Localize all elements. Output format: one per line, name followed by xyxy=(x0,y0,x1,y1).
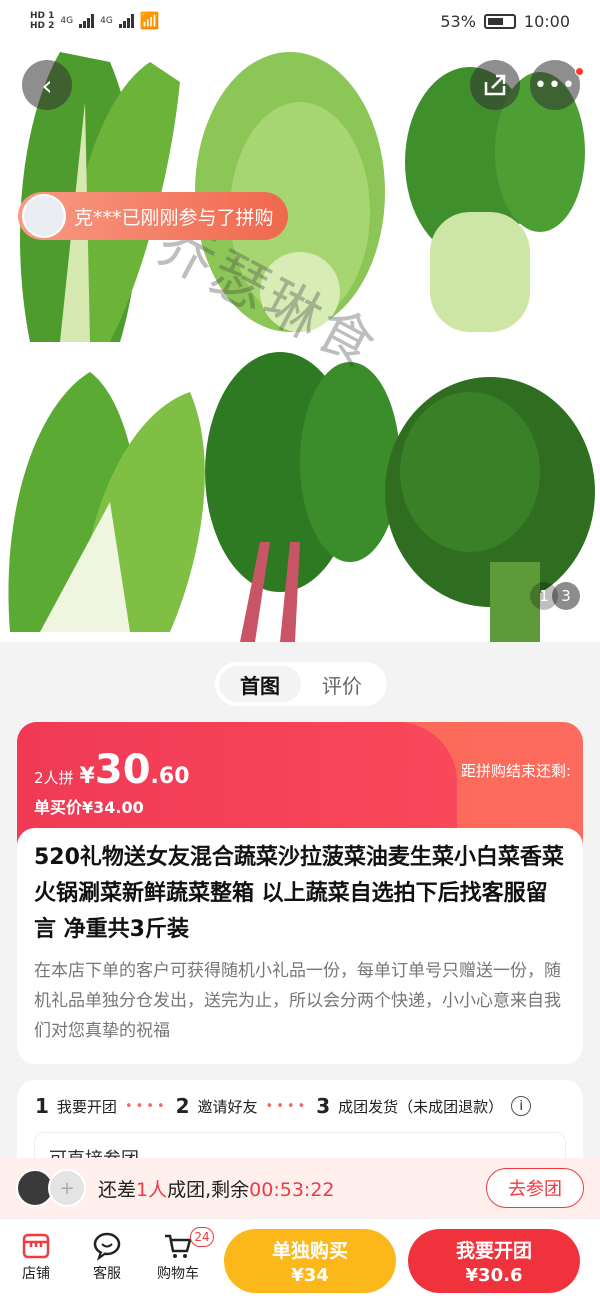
step-1-label: 我要开团 xyxy=(56,1097,117,1116)
napa-cabbage-image xyxy=(8,372,205,632)
sim1-label: HD 1 xyxy=(30,11,55,21)
group-timer: 00:53:22 xyxy=(249,1178,335,1201)
sim-labels: HD 1 HD 2 xyxy=(30,11,54,31)
group-size-label: 2人拼 xyxy=(34,769,74,787)
cart-count-badge: 24 xyxy=(190,1227,214,1247)
network1-label: 4G xyxy=(60,16,74,26)
group-missing-count: 1人 xyxy=(136,1178,168,1201)
single-price-label: 单买价¥34.00 xyxy=(34,798,144,817)
price-decimal: .60 xyxy=(150,764,190,789)
toast-text: 克***已刚刚参与了拼购 xyxy=(74,206,274,229)
buy-single-label: 单独购买 xyxy=(271,1240,348,1262)
group-status-text: 还差1人成团,剩余00:53:22 xyxy=(98,1175,335,1202)
tab-reviews[interactable]: 评价 xyxy=(301,666,383,702)
group-status-middle: 成团,剩余 xyxy=(167,1178,250,1201)
buy-single-price: ¥34 xyxy=(291,1265,329,1286)
chat-icon xyxy=(77,1229,137,1263)
tab-switcher: 首图 评价 xyxy=(215,662,387,706)
buy-single-button[interactable]: 单独购买 ¥34 xyxy=(224,1229,396,1293)
pager-total: 3 xyxy=(552,582,580,610)
step-3-label: 成团发货（未成团退款） xyxy=(338,1097,504,1116)
spinach-image xyxy=(205,352,400,642)
info-icon[interactable]: i xyxy=(511,1096,532,1116)
sim2-label: HD 2 xyxy=(30,21,55,31)
shop-button[interactable]: 店铺 xyxy=(6,1229,66,1283)
signal2-icon xyxy=(118,14,134,28)
chevron-left-icon: ‹ xyxy=(41,68,53,102)
share-icon xyxy=(484,74,506,96)
price-integer: 30 xyxy=(94,747,151,793)
group-price: 2人拼 ¥ 30 .60 xyxy=(34,750,190,790)
step-divider: •••• xyxy=(124,1098,168,1114)
content-tabs: 首图 评价 xyxy=(0,642,600,722)
countdown-label: 距拼购结束还剩: xyxy=(460,762,571,780)
bottom-action-bar: 店铺 客服 24 购物车 单独购买 ¥34 我要开团 ¥30.6 xyxy=(0,1218,600,1300)
product-info-card: 520礼物送女友混合蔬菜沙拉菠菜油麦生菜小白菜香菜火锅涮菜新鲜蔬菜整箱 以上蔬菜… xyxy=(17,828,583,1064)
step-divider: •••• xyxy=(265,1098,309,1114)
cart-label: 购物车 xyxy=(157,1266,199,1282)
start-group-price: ¥30.6 xyxy=(465,1265,523,1286)
join-group-button[interactable]: 去参团 xyxy=(486,1168,584,1208)
step-1-number: 1 xyxy=(35,1094,49,1118)
product-title: 520礼物送女友混合蔬菜沙拉菠菜油麦生菜小白菜香菜火锅涮菜新鲜蔬菜整箱 以上蔬菜… xyxy=(34,845,564,942)
status-bar: HD 1 HD 2 4G 4G 📶 53% 10:00 xyxy=(0,0,600,42)
group-join-toast: 克***已刚刚参与了拼购 xyxy=(18,192,288,240)
signal1-icon xyxy=(79,14,95,28)
back-button[interactable]: ‹ xyxy=(22,60,72,110)
currency-symbol: ¥ xyxy=(79,764,95,789)
product-description: 在本店下单的客户可获得随机小礼品一份，每单订单号只赠送一份，随机礼品单独分仓发出… xyxy=(34,961,561,1041)
more-button[interactable]: ••• xyxy=(530,60,580,110)
service-label: 客服 xyxy=(93,1266,121,1282)
wifi-icon: 📶 xyxy=(139,11,160,30)
status-right: 53% 10:00 xyxy=(440,12,570,31)
step-2-number: 2 xyxy=(175,1094,190,1118)
share-button[interactable] xyxy=(470,60,520,110)
store-icon xyxy=(6,1229,66,1263)
image-pager: 1 3 xyxy=(530,582,580,610)
product-image-carousel[interactable]: 乔瑟琳食 ‹ ••• 克***已刚刚参与了拼购 1 3 xyxy=(0,42,600,642)
empty-slot-avatar: + xyxy=(48,1169,86,1207)
step-2-label: 邀请好友 xyxy=(197,1097,258,1116)
battery-percent: 53% xyxy=(440,11,476,31)
network2-label: 4G xyxy=(100,16,113,26)
shop-label: 店铺 xyxy=(22,1266,50,1282)
notification-dot xyxy=(575,67,584,76)
cart-icon: 24 xyxy=(148,1227,214,1263)
clock: 10:00 xyxy=(523,11,570,31)
user-avatar xyxy=(22,194,66,238)
group-status-prefix: 还差 xyxy=(98,1178,137,1201)
tab-main-image[interactable]: 首图 xyxy=(219,666,301,702)
steps-row: 1 我要开团 •••• 2 邀请好友 •••• 3 成团发货（未成团退款） i xyxy=(35,1094,565,1118)
service-button[interactable]: 客服 xyxy=(77,1229,137,1283)
group-status-bar: + 还差1人成团,剩余00:53:22 去参团 xyxy=(0,1158,600,1218)
more-dots-icon: ••• xyxy=(534,72,576,98)
start-group-label: 我要开团 xyxy=(455,1240,532,1262)
battery-icon xyxy=(483,13,516,29)
start-group-button[interactable]: 我要开团 ¥30.6 xyxy=(408,1229,580,1293)
cart-button[interactable]: 24 购物车 xyxy=(148,1227,214,1283)
status-left: HD 1 HD 2 4G 4G 📶 xyxy=(30,11,160,31)
step-3-number: 3 xyxy=(316,1094,331,1118)
